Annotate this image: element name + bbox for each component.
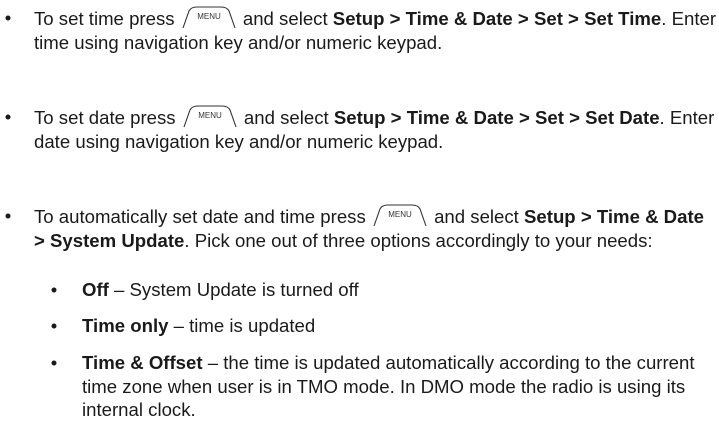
option-desc: – System Update is turned off: [108, 279, 359, 300]
bullet: •: [50, 279, 58, 300]
list-item-set-date: • To set date press MENU and select Setu…: [5, 105, 718, 153]
item-text: To automatically set date and time press…: [34, 204, 704, 251]
svg-text:MENU: MENU: [198, 111, 222, 120]
bullet: •: [4, 7, 12, 28]
sub-item-time-offset: • Time & Offset – the time is updated au…: [51, 351, 718, 422]
option-term: Time only: [82, 315, 169, 336]
menu-key-icon: MENU: [181, 6, 237, 29]
list-item-system-update: • To automatically set date and time pre…: [5, 204, 718, 252]
svg-text:MENU: MENU: [197, 12, 221, 21]
option-term: Off: [82, 279, 109, 300]
sub-item-time-only: • Time only – time is updated: [51, 314, 718, 338]
bullet: •: [4, 106, 12, 127]
bullet: •: [4, 205, 12, 226]
sub-item-off: • Off – System Update is turned off: [51, 278, 718, 302]
option-desc: – time is updated: [168, 315, 316, 336]
svg-text:MENU: MENU: [388, 210, 412, 219]
item-text: To set time press MENU and select Setup …: [34, 6, 717, 53]
menu-key-icon: MENU: [182, 105, 238, 128]
menu-key-icon: MENU: [372, 204, 428, 227]
item-text: To set date press MENU and select Setup …: [34, 105, 715, 152]
manual-page: • To set time press MENU and select Setu…: [0, 0, 719, 436]
option-term: Time & Offset: [82, 352, 203, 373]
bullet: •: [50, 352, 58, 373]
bullet: •: [50, 315, 58, 336]
list-item-set-time: • To set time press MENU and select Setu…: [5, 6, 718, 54]
